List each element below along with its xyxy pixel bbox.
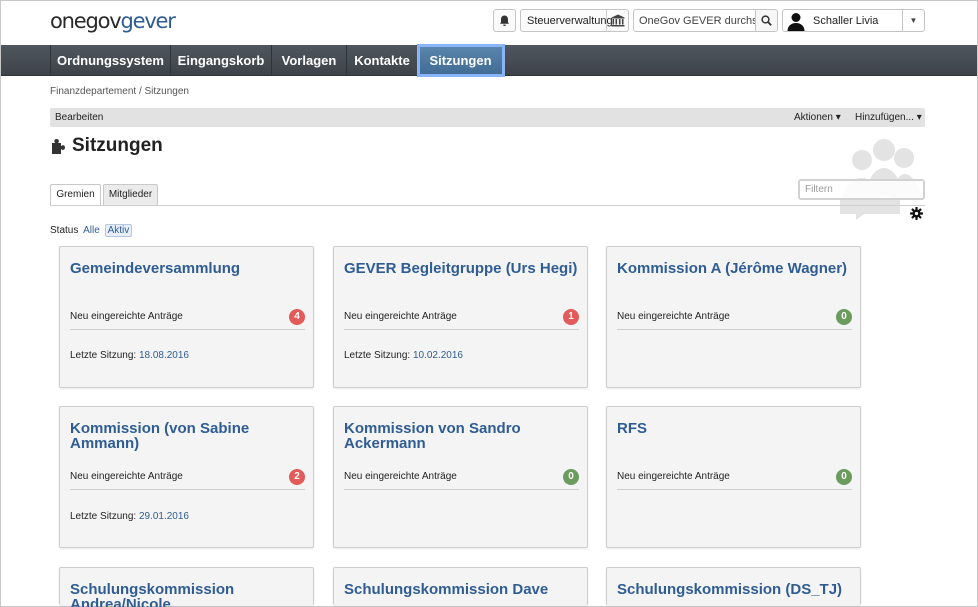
status-filter-active[interactable]: Aktiv [104, 224, 133, 237]
card-divider [617, 489, 852, 490]
nav-item-eingangskorb[interactable]: Eingangskorb [171, 45, 272, 76]
committee-card[interactable]: Schulungskommission Dave [333, 567, 588, 605]
org-unit-label: Steuerverwaltung [527, 14, 613, 27]
committee-title[interactable]: Schulungskommission Dave [344, 582, 579, 597]
tab-gremien[interactable]: Gremien [50, 184, 101, 206]
bell-icon [499, 15, 510, 26]
status-label: Status [50, 225, 79, 236]
proposals-row: Neu eingereichte Anträge 0 [617, 309, 852, 325]
committee-title[interactable]: Schulungskommission (DS_TJ) [617, 582, 852, 597]
proposals-count-badge: 1 [563, 309, 579, 325]
proposals-label: Neu eingereichte Anträge [344, 471, 457, 482]
tabs-divider [50, 205, 925, 206]
last-meeting-label: Letzte Sitzung: [70, 511, 137, 522]
nav-item-vorlagen[interactable]: Vorlagen [272, 45, 347, 76]
notifications-button[interactable] [493, 9, 516, 32]
tab-mitglieder[interactable]: Mitglieder [103, 184, 158, 206]
filter-box [798, 179, 925, 200]
search-icon [761, 15, 772, 26]
page-title-text: Sitzungen [72, 135, 163, 156]
avatar [785, 10, 807, 31]
last-meeting: Letzte Sitzung: 18.08.2016 [70, 350, 189, 361]
proposals-label: Neu eingereichte Anträge [70, 311, 183, 322]
committee-card[interactable]: Kommission (von Sabine Ammann) Neu einge… [59, 406, 314, 548]
building-icon [606, 10, 628, 31]
card-divider [344, 489, 579, 490]
proposals-row: Neu eingereichte Anträge 0 [344, 469, 579, 485]
proposals-count-badge: 0 [836, 469, 852, 485]
committee-title[interactable]: RFS [617, 421, 852, 436]
org-unit-selector[interactable]: Steuerverwaltung [520, 9, 629, 32]
committee-title[interactable]: Gemeindeversammlung [70, 261, 305, 276]
last-meeting-date[interactable]: 29.01.2016 [139, 511, 189, 522]
logo[interactable]: onegovgever [50, 9, 176, 33]
proposals-row: Neu eingereichte Anträge 0 [617, 469, 852, 485]
logo-part-one: onegov [50, 9, 122, 33]
nav-item-ordnungssystem[interactable]: Ordnungssystem [50, 45, 171, 76]
proposals-row: Neu eingereichte Anträge 4 [70, 309, 305, 325]
search-input[interactable] [634, 10, 756, 31]
breadcrumb[interactable]: Finanzdepartement / Sitzungen [50, 86, 189, 97]
chevron-down-icon[interactable]: ▼ [902, 10, 924, 31]
last-meeting: Letzte Sitzung: 29.01.2016 [70, 511, 189, 522]
committee-card[interactable]: RFS Neu eingereichte Anträge 0 [606, 406, 861, 548]
edit-button[interactable]: Bearbeiten [55, 112, 103, 123]
last-meeting-label: Letzte Sitzung: [70, 350, 137, 361]
committee-title[interactable]: Schulungskommission Andrea/Nicole [70, 582, 305, 607]
committee-card[interactable]: GEVER Begleitgruppe (Urs Hegi) Neu einge… [333, 246, 588, 388]
add-menu[interactable]: Hinzufügen... ▾ [855, 112, 922, 123]
proposals-row: Neu eingereichte Anträge 2 [70, 469, 305, 485]
actions-menu[interactable]: Aktionen ▾ [794, 112, 841, 123]
proposals-label: Neu eingereichte Anträge [70, 471, 183, 482]
committee-card[interactable]: Gemeindeversammlung Neu eingereichte Ant… [59, 246, 314, 388]
main-navigation: Ordnungssystem Eingangskorb Vorlagen Kon… [1, 44, 977, 77]
card-divider [344, 329, 579, 330]
status-filter: Status Alle Aktiv [50, 224, 133, 237]
proposals-count-badge: 0 [836, 309, 852, 325]
proposals-label: Neu eingereichte Anträge [617, 311, 730, 322]
proposals-count-badge: 0 [563, 469, 579, 485]
committee-title[interactable]: GEVER Begleitgruppe (Urs Hegi) [344, 261, 579, 276]
committee-title[interactable]: Kommission (von Sabine Ammann) [70, 421, 305, 451]
user-name: Schaller Livia [813, 14, 879, 27]
committee-card[interactable]: Schulungskommission Andrea/Nicole [59, 567, 314, 607]
committee-title[interactable]: Kommission A (Jérôme Wagner) [617, 261, 852, 276]
user-menu[interactable]: Schaller Livia ▼ [782, 9, 925, 32]
card-divider [70, 489, 305, 490]
proposals-row: Neu eingereichte Anträge 1 [344, 309, 579, 325]
committee-card[interactable]: Kommission A (Jérôme Wagner) Neu eingere… [606, 246, 861, 388]
search-button[interactable] [755, 10, 777, 31]
last-meeting-date[interactable]: 10.02.2016 [413, 350, 463, 361]
gear-icon[interactable] [910, 207, 923, 220]
nav-item-sitzungen[interactable]: Sitzungen [417, 44, 505, 77]
proposals-count-badge: 4 [289, 309, 305, 325]
user-silhouette-icon [787, 13, 805, 31]
global-search [633, 9, 778, 32]
logo-part-two: gever [120, 9, 175, 33]
committee-title[interactable]: Kommission von Sandro Ackermann [344, 421, 579, 451]
card-divider [617, 329, 852, 330]
proposals-label: Neu eingereichte Anträge [617, 471, 730, 482]
proposals-count-badge: 2 [289, 469, 305, 485]
last-meeting: Letzte Sitzung: 10.02.2016 [344, 350, 463, 361]
page-title: Sitzungen [50, 135, 163, 157]
filter-input[interactable] [800, 181, 923, 198]
status-filter-all[interactable]: Alle [83, 225, 100, 236]
proposals-label: Neu eingereichte Anträge [344, 311, 457, 322]
last-meeting-date[interactable]: 18.08.2016 [139, 350, 189, 361]
committee-card[interactable]: Schulungskommission (DS_TJ) [606, 567, 861, 605]
action-bar: Bearbeiten Aktionen ▾ Hinzufügen... ▾ [50, 108, 925, 127]
puzzle-icon [52, 138, 65, 154]
nav-item-kontakte[interactable]: Kontakte [347, 45, 418, 76]
committee-card[interactable]: Kommission von Sandro Ackermann Neu eing… [333, 406, 588, 548]
card-divider [70, 329, 305, 330]
last-meeting-label: Letzte Sitzung: [344, 350, 411, 361]
